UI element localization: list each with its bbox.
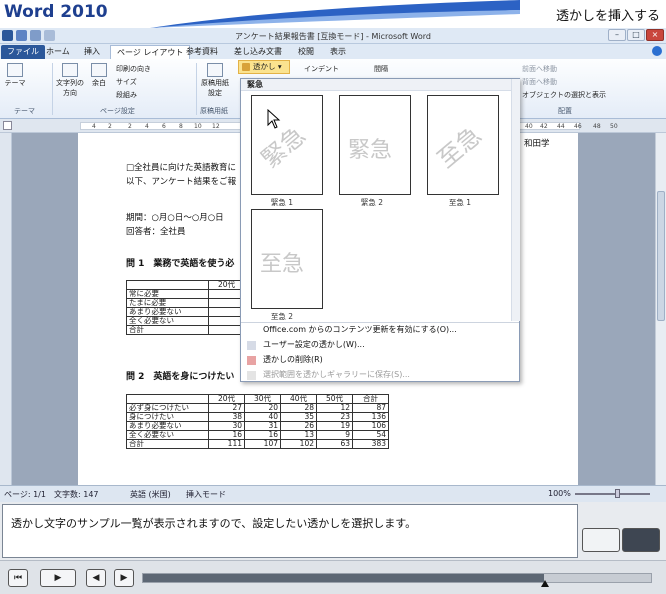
tab-references[interactable]: 参考資料 xyxy=(180,45,224,59)
doc-line: 以下、アンケート結果をご報 xyxy=(126,177,237,187)
vertical-scrollbar[interactable] xyxy=(655,133,666,485)
insert-mode[interactable]: 挿入モード xyxy=(186,489,226,500)
themes-icon xyxy=(7,63,23,77)
watermark-option-1[interactable]: 緊急 xyxy=(251,95,323,195)
question-1-heading: 問 1 業務で英語を使う必 xyxy=(126,259,235,269)
gallery-scrollbar[interactable] xyxy=(511,79,520,321)
menu-save-selection-to-gallery: 選択範囲を透かしギャラリーに保存(S)... xyxy=(241,368,519,382)
watermark-icon xyxy=(242,63,250,71)
maximize-button[interactable]: □ xyxy=(627,29,645,41)
watermark-option-2[interactable]: 緊急 xyxy=(339,95,411,195)
doc-line: 和田学 xyxy=(524,139,550,149)
tutorial-step-title: 透かしを挿入する xyxy=(555,9,660,24)
size-button[interactable]: サイズ xyxy=(116,77,137,87)
indent-label: インデント xyxy=(304,65,339,73)
title-bar: アンケート結果報告書 [互換モード] - Microsoft Word – □ … xyxy=(0,28,666,44)
word-count[interactable]: 文字数: 147 xyxy=(54,489,99,500)
instruction-text: 透かし文字のサンプル一覧が表示されますので、設定したい透かしを選択します。 xyxy=(2,504,578,558)
playback-bar: ⏮ ▶ ◀ ▶ xyxy=(0,560,666,594)
menu-remove-watermark[interactable]: 透かしの削除(R) xyxy=(241,353,519,367)
zoom-slider-handle[interactable] xyxy=(615,489,620,498)
margins-icon xyxy=(91,63,107,77)
bring-front-button[interactable]: 前面へ移動 xyxy=(522,64,557,74)
tab-selector-icon[interactable] xyxy=(3,121,12,130)
gallery-section-header: 緊急 xyxy=(241,79,511,91)
progress-fill xyxy=(143,574,545,582)
header-swoosh-icon xyxy=(150,0,520,28)
language-indicator[interactable]: 英語 (米国) xyxy=(130,489,171,500)
watermark-caption: 緊急 2 xyxy=(360,198,384,207)
watermark-option-3[interactable]: 至急 xyxy=(427,95,499,195)
spacing-label: 間隔 xyxy=(374,65,388,73)
step-1-button[interactable] xyxy=(582,528,620,552)
zoom-level[interactable]: 100% xyxy=(548,489,571,498)
table-2: 20代 30代 40代 50代 合計 必ず身につけたい 27 20 28 12 87 身に… xyxy=(126,394,389,449)
next-button[interactable]: ▶ xyxy=(114,569,134,587)
watermark-caption: 緊急 1 xyxy=(270,198,294,207)
tab-page-layout[interactable]: ページ レイアウト xyxy=(110,45,191,59)
orientation-button[interactable]: 印刷の向き xyxy=(116,64,151,74)
status-bar: ページ: 1/1 文字数: 147 英語 (米国) 挿入モード 100% xyxy=(0,485,666,502)
progress-bar[interactable] xyxy=(142,573,652,583)
scrollbar-thumb[interactable] xyxy=(657,191,665,321)
previous-button[interactable]: ◀ xyxy=(86,569,106,587)
doc-line: □全社員に向けた英語教育に xyxy=(126,163,237,173)
tab-view[interactable]: 表示 xyxy=(324,45,352,59)
play-button[interactable]: ▶ xyxy=(40,569,76,587)
doc-line: 回答者：全社員 xyxy=(126,227,186,237)
tab-home[interactable]: ホーム xyxy=(40,45,76,59)
table-1: 20代 常に必要 たまに必要 あまり必要ない 全く必要ない 合計 xyxy=(126,280,245,335)
watermark-button[interactable]: 透かし ▾ xyxy=(238,60,290,74)
watermark-option-4[interactable]: 至急 xyxy=(251,209,323,309)
watermark-caption: 至急 1 xyxy=(448,198,472,207)
watermark-caption: 至急 2 xyxy=(270,312,294,321)
selection-pane-button[interactable]: オブジェクトの選択と表示 xyxy=(522,90,606,100)
ribbon-tabs: ファイル ホーム 挿入 ページ レイアウト 参考資料 差し込み文書 校閲 表示 xyxy=(0,44,666,59)
custom-watermark-icon xyxy=(247,341,256,350)
menu-enable-office-content[interactable]: Office.com からのコンテンツ更新を有効にする(O)... xyxy=(241,323,519,337)
genkou-icon xyxy=(207,63,223,77)
themes-group-label: テーマ xyxy=(14,107,35,115)
mouse-cursor-icon xyxy=(267,109,281,129)
send-back-button[interactable]: 背面へ移動 xyxy=(522,77,557,87)
instruction-panel: 透かし文字のサンプル一覧が表示されますので、設定したい透かしを選択します。 xyxy=(0,502,666,560)
text-direction-icon xyxy=(62,63,78,77)
step-2-button[interactable] xyxy=(622,528,660,552)
back-to-start-button[interactable]: ⏮ xyxy=(8,569,28,587)
genkou-group-label: 原稿用紙 xyxy=(200,107,228,115)
tab-review[interactable]: 校閲 xyxy=(292,45,320,59)
vertical-ruler xyxy=(0,133,12,485)
watermark-gallery: 緊急 緊急 緊急 1 緊急 緊急 2 至急 至急 1 至急 至急 2 Offic… xyxy=(240,78,520,382)
columns-button[interactable]: 段組み xyxy=(116,90,137,100)
window-title: アンケート結果報告書 [互換モード] - Microsoft Word xyxy=(235,32,431,41)
doc-line: 期間：○月○日～○月○日 xyxy=(126,213,224,223)
table-row: 全く必要ない xyxy=(126,316,245,326)
tutorial-product: Word 2010 xyxy=(4,2,108,22)
tab-mailings[interactable]: 差し込み文書 xyxy=(228,45,288,59)
arrange-group-label: 配置 xyxy=(558,107,572,115)
tutorial-header: Word 2010 透かしを挿入する xyxy=(0,0,666,28)
table-row: 合計 111 107 102 63 383 xyxy=(126,439,389,449)
page-setup-group-label: ページ設定 xyxy=(100,107,135,115)
table-row: 合計 xyxy=(126,325,245,335)
progress-handle[interactable] xyxy=(540,580,549,587)
question-2-heading: 問 2 英語を身につけたい xyxy=(126,372,235,382)
menu-custom-watermark[interactable]: ユーザー設定の透かし(W)... xyxy=(241,338,519,352)
help-icon[interactable] xyxy=(652,46,662,56)
minimize-button[interactable]: – xyxy=(608,29,626,41)
themes-button[interactable]: テーマ xyxy=(4,63,26,88)
tab-insert[interactable]: 挿入 xyxy=(78,45,106,59)
save-gallery-icon xyxy=(247,371,256,380)
close-button[interactable]: × xyxy=(646,29,664,41)
margins-button[interactable]: 余白 xyxy=(88,63,110,88)
text-direction-button[interactable]: 文字列の方向 xyxy=(56,63,84,98)
zoom-slider[interactable] xyxy=(575,493,650,495)
tab-file[interactable]: ファイル xyxy=(1,45,45,59)
remove-watermark-icon xyxy=(247,356,256,365)
genkou-button[interactable]: 原稿用紙設定 xyxy=(200,63,230,98)
page-count[interactable]: ページ: 1/1 xyxy=(4,489,46,500)
